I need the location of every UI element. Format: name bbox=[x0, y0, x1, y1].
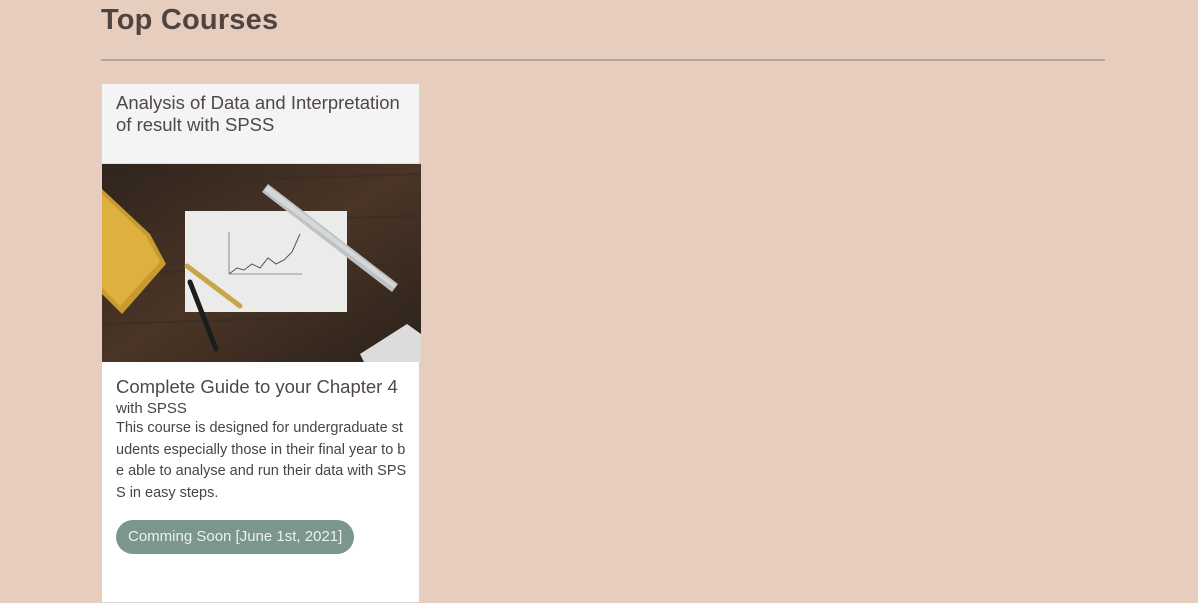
course-title[interactable]: Complete Guide to your Chapter 4 bbox=[116, 376, 405, 398]
course-card-header: Analysis of Data and Interpretation of r… bbox=[102, 84, 419, 164]
top-courses-section: Top Courses Analysis of Data and Interpr… bbox=[101, 0, 1105, 603]
section-divider bbox=[101, 59, 1105, 61]
course-subtitle: with SPSS bbox=[116, 400, 187, 417]
section-title: Top Courses bbox=[101, 4, 279, 36]
coming-soon-button[interactable]: Comming Soon [June 1st, 2021] bbox=[116, 519, 355, 554]
course-description: This course is designed for undergraduat… bbox=[116, 420, 407, 502]
course-card-header-title: Analysis of Data and Interpretation of r… bbox=[116, 92, 400, 135]
course-card-body: Complete Guide to your Chapter 4 with SP… bbox=[102, 362, 419, 554]
course-image[interactable] bbox=[102, 164, 421, 362]
course-card[interactable]: Analysis of Data and Interpretation of r… bbox=[101, 83, 421, 603]
